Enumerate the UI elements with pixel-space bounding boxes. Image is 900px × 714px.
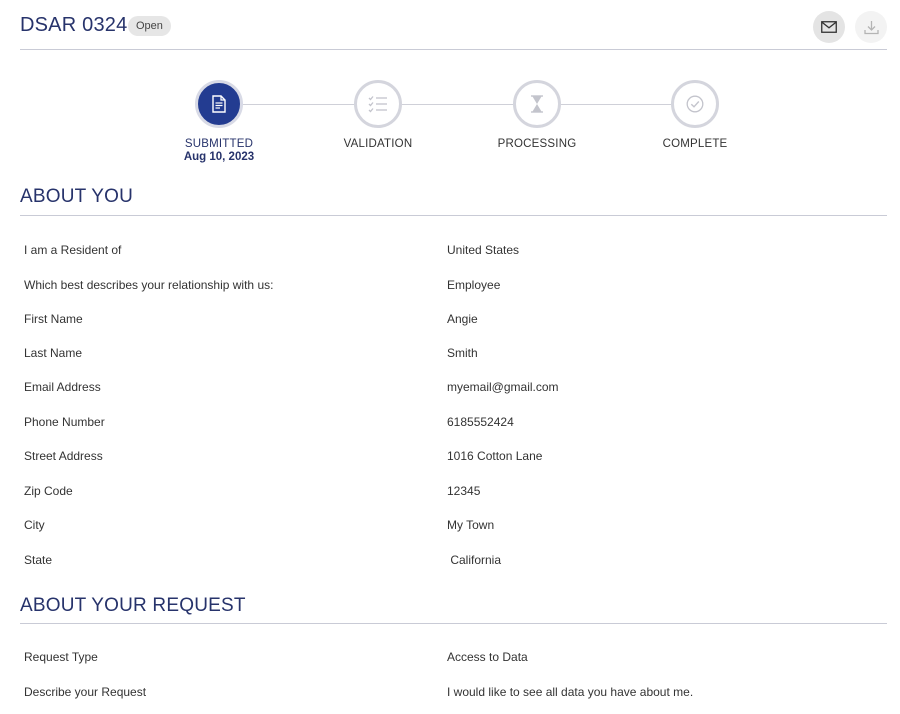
step-circle <box>195 80 243 128</box>
section-divider <box>20 623 887 624</box>
step-circle <box>671 80 719 128</box>
field-row: Request Type Access to Data <box>24 650 884 670</box>
field-row: Street Address 1016 Cotton Lane <box>24 449 884 469</box>
checklist-icon <box>368 96 387 113</box>
field-label: Street Address <box>24 449 103 463</box>
field-value: Employee <box>447 278 501 292</box>
step-complete: COMPLETE <box>635 80 755 150</box>
field-label: Zip Code <box>24 484 73 498</box>
step-date: Aug 10, 2023 <box>183 151 255 163</box>
field-label: State <box>24 553 53 567</box>
field-label: Phone Number <box>24 415 105 429</box>
field-value: United States <box>447 243 520 257</box>
step-circle <box>513 80 561 128</box>
field-value: Smith <box>447 346 478 360</box>
check-circle-icon <box>686 95 704 113</box>
field-label: Email Address <box>24 380 101 394</box>
section-title-about-request: ABOUT YOUR REQUEST <box>20 595 246 616</box>
field-value: 1016 Cotton Lane <box>447 449 543 463</box>
section-title-about-you: ABOUT YOU <box>20 186 134 207</box>
step-label: SUBMITTED <box>184 138 254 150</box>
field-value: 12345 <box>447 484 481 498</box>
field-row: Email Address myemail@gmail.com <box>24 380 884 400</box>
field-value: myemail@gmail.com <box>447 380 559 394</box>
step-processing: PROCESSING <box>477 80 597 150</box>
field-row: Phone Number 6185552424 <box>24 415 884 435</box>
step-label: VALIDATION <box>343 138 413 150</box>
field-value: California <box>447 553 502 567</box>
step-label: COMPLETE <box>662 138 728 150</box>
step-circle <box>354 80 402 128</box>
step-submitted: SUBMITTED Aug 10, 2023 <box>159 80 279 163</box>
field-row: City My Town <box>24 518 884 538</box>
field-row: Last Name Smith <box>24 346 884 366</box>
field-label: I am a Resident of <box>24 243 122 257</box>
field-row: Which best describes your relationship w… <box>24 278 884 298</box>
field-value: Access to Data <box>447 650 528 664</box>
field-label: Describe your Request <box>24 685 147 699</box>
field-row: I am a Resident of United States <box>24 243 884 263</box>
field-value: My Town <box>447 518 495 532</box>
field-label: City <box>24 518 45 532</box>
hourglass-icon <box>531 95 543 113</box>
step-validation: VALIDATION <box>318 80 438 150</box>
document-icon <box>212 95 226 113</box>
field-label: Last Name <box>24 346 83 360</box>
field-row: State California <box>24 553 884 573</box>
field-value: 6185552424 <box>447 415 514 429</box>
progress-stepper: SUBMITTED Aug 10, 2023 VALIDATION PROCES… <box>0 0 900 180</box>
field-value: Angie <box>447 312 478 326</box>
field-label: First Name <box>24 312 83 326</box>
field-row: Describe your Request I would like to se… <box>24 685 884 705</box>
field-label: Request Type <box>24 650 98 664</box>
section-divider <box>20 215 887 216</box>
field-label: Which best describes your relationship w… <box>24 278 274 292</box>
field-row: First Name Angie <box>24 312 884 332</box>
field-row: Zip Code 12345 <box>24 484 884 504</box>
field-value: I would like to see all data you have ab… <box>447 685 694 699</box>
step-label: PROCESSING <box>497 138 577 150</box>
